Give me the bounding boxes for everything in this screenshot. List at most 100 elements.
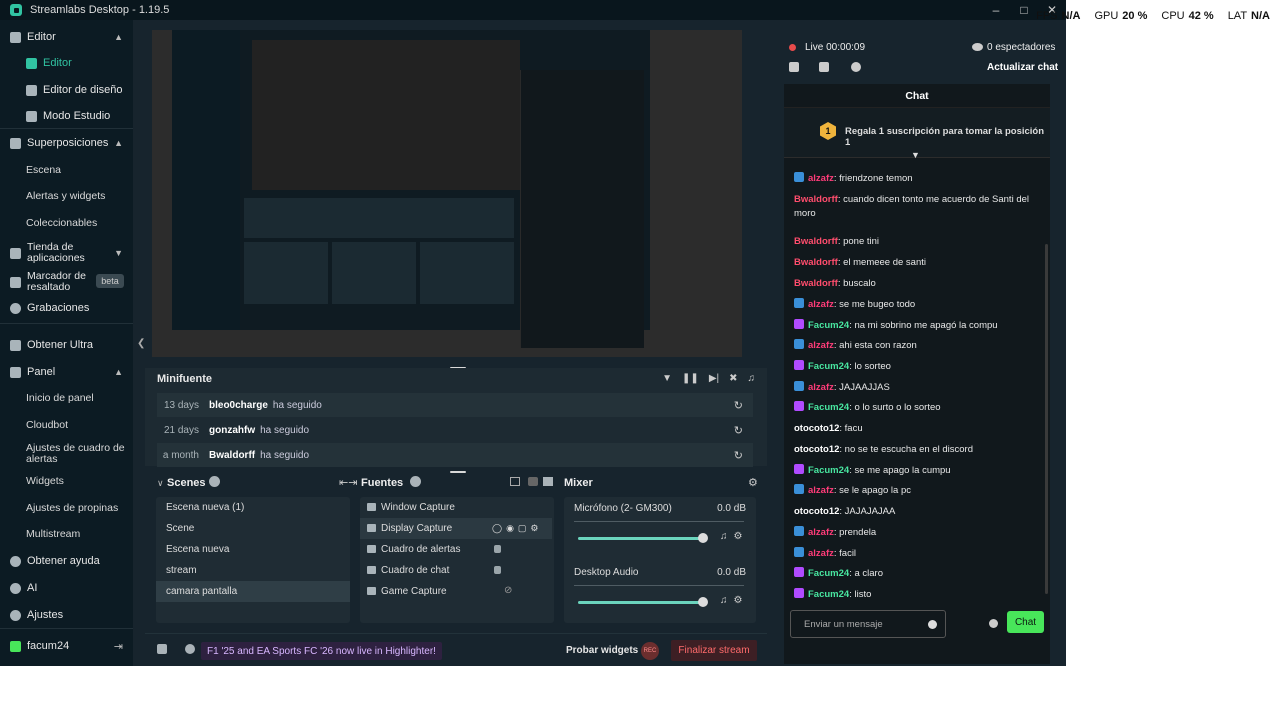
scene-item[interactable]: Escena nueva <box>156 539 350 560</box>
end-stream-button[interactable]: Finalizar stream <box>671 640 757 661</box>
stream-preview[interactable] <box>152 30 742 357</box>
scene-transitions-icon[interactable]: ⇤⇥ <box>339 476 357 489</box>
resize-handle[interactable] <box>450 471 466 473</box>
source-item[interactable]: Window Capture <box>360 497 552 518</box>
sidebar-sub-collectibles[interactable]: Coleccionables <box>26 218 126 229</box>
refresh-chat-button[interactable]: Actualizar chat <box>987 62 1058 73</box>
skip-icon[interactable]: ▶| <box>709 373 719 384</box>
chat-username[interactable]: Facum24 <box>808 465 849 476</box>
chat-username[interactable]: otocoto12 <box>794 444 839 455</box>
sidebar-sub-widgets[interactable]: Widgets <box>26 476 126 487</box>
add-source-icon[interactable] <box>410 476 421 487</box>
lock-icon[interactable] <box>494 566 501 574</box>
source-audio-icon[interactable] <box>528 477 538 486</box>
chat-username[interactable]: Bwaldorff <box>794 194 838 205</box>
scene-item[interactable]: Escena nueva (1) <box>156 497 350 518</box>
repeat-icon[interactable]: ↻ <box>734 424 743 437</box>
chat-username[interactable]: Facum24 <box>808 568 849 579</box>
chat-username[interactable]: alzafz <box>808 527 834 538</box>
chevron-down-icon[interactable]: ▼ <box>114 248 123 258</box>
chevron-down-icon[interactable]: ∨ <box>157 478 164 489</box>
filter-icon[interactable]: ▼ <box>662 373 672 384</box>
volume-slider[interactable] <box>578 601 703 604</box>
repeat-icon[interactable]: ↻ <box>734 399 743 412</box>
source-actions-icon[interactable]: ◯◉▢⚙ <box>492 523 543 534</box>
sidebar-sub-tip-settings[interactable]: Ajustes de propinas <box>26 503 126 514</box>
pencil-icon[interactable] <box>789 62 799 72</box>
volume-slider-handle[interactable] <box>697 597 708 607</box>
emoji-icon[interactable] <box>928 620 937 629</box>
sidebar-item-settings[interactable]: Ajustes <box>0 604 133 626</box>
volume-slider-handle[interactable] <box>697 533 708 543</box>
chat-username[interactable]: Facum24 <box>808 361 849 372</box>
chat-username[interactable]: alzafz <box>808 382 834 393</box>
test-widgets-button[interactable]: Probar widgets <box>566 645 638 656</box>
record-button[interactable]: REC <box>641 642 659 660</box>
sidebar-item-editor[interactable]: Editor ▲ <box>0 26 133 48</box>
chat-username[interactable]: Facum24 <box>808 320 849 331</box>
chat-username[interactable]: alzafz <box>808 548 834 559</box>
sidebar-sub-editor[interactable]: Editor <box>0 52 133 74</box>
sidebar-item-recordings[interactable]: Grabaciones <box>0 297 133 319</box>
source-item-selected[interactable]: Display Capture ◯◉▢⚙ <box>360 518 552 539</box>
add-folder-icon[interactable] <box>543 477 553 486</box>
scene-item[interactable]: stream <box>156 560 350 581</box>
sidebar-item-ai[interactable]: AI <box>0 577 133 599</box>
chat-username[interactable]: alzafz <box>808 485 834 496</box>
pause-icon[interactable]: ❚❚ <box>682 373 699 384</box>
mute-and-settings-icon[interactable]: ♫⚙ <box>720 595 748 606</box>
sidebar-sub-dashboard-home[interactable]: Inicio de panel <box>26 393 126 404</box>
hidden-eye-icon[interactable]: ⊘ <box>504 585 512 596</box>
chat-username[interactable]: otocoto12 <box>794 423 839 434</box>
sidebar-sub-scene[interactable]: Escena <box>26 165 126 176</box>
chat-username[interactable]: Facum24 <box>808 589 849 600</box>
sidebar-sub-multistream[interactable]: Multistream <box>26 529 126 540</box>
sidebar-item-overlays[interactable]: Superposiciones ▲ <box>0 132 133 154</box>
source-item[interactable]: Cuadro de alertas <box>360 539 552 560</box>
scene-item-selected[interactable]: camara pantalla <box>156 581 350 602</box>
chat-username[interactable]: alzafz <box>808 340 834 351</box>
sidebar-item-ultra[interactable]: Obtener Ultra <box>0 334 133 356</box>
sidebar-sub-layout-editor[interactable]: Editor de diseño <box>0 79 133 101</box>
volume-slider[interactable] <box>578 537 703 540</box>
chevron-up-icon[interactable]: ▲ <box>114 32 123 42</box>
chat-settings-gear-icon[interactable] <box>989 619 998 628</box>
minimize-icon[interactable]: – <box>982 0 1010 20</box>
chat-username[interactable]: Facum24 <box>808 402 849 413</box>
video-camera-icon[interactable] <box>819 62 829 72</box>
chat-message-input[interactable]: Enviar un mensaje <box>790 610 946 638</box>
sidebar-item-help[interactable]: Obtener ayuda <box>0 550 133 572</box>
chevron-up-icon[interactable]: ▲ <box>114 138 123 148</box>
notification-bell-icon[interactable] <box>185 644 195 654</box>
mute-and-settings-icon[interactable]: ♫⚙ <box>720 531 748 542</box>
chat-scrollbar[interactable] <box>1045 244 1048 594</box>
volume-icon[interactable]: ♫ <box>748 373 756 384</box>
send-chat-button[interactable]: Chat <box>1007 611 1044 633</box>
scene-item[interactable]: Scene <box>156 518 350 539</box>
sidebar-sub-studio-mode[interactable]: Modo Estudio <box>0 105 133 127</box>
sidebar-item-panel[interactable]: Panel ▲ <box>0 361 133 383</box>
chat-username[interactable]: otocoto12 <box>794 506 839 517</box>
maximize-icon[interactable]: □ <box>1010 0 1038 20</box>
share-icon[interactable] <box>851 62 861 72</box>
logout-icon[interactable]: ⇥ <box>114 640 123 653</box>
group-sources-icon[interactable] <box>510 477 520 486</box>
source-item[interactable]: Cuadro de chat <box>360 560 552 581</box>
sidebar-sub-cloudbot[interactable]: Cloudbot <box>26 420 126 431</box>
mute-alerts-icon[interactable]: ✖ <box>729 373 737 384</box>
lock-icon[interactable] <box>494 545 501 553</box>
chat-username[interactable]: Bwaldorff <box>794 236 838 247</box>
gear-icon[interactable]: ⚙ <box>748 476 758 489</box>
sidebar-user[interactable]: facum24 ⇥ <box>0 635 133 657</box>
chat-username[interactable]: Bwaldorff <box>794 257 838 268</box>
add-scene-icon[interactable] <box>209 476 220 487</box>
sidebar-sub-alerts-widgets[interactable]: Alertas y widgets <box>26 191 126 202</box>
stats-chart-icon[interactable] <box>157 644 167 654</box>
sidebar-item-app-store[interactable]: Tienda de aplicaciones ▼ <box>0 240 133 266</box>
source-item[interactable]: Game Capture ⊘ <box>360 581 552 602</box>
chat-username[interactable]: Bwaldorff <box>794 278 838 289</box>
highlighter-banner[interactable]: F1 '25 and EA Sports FC '26 now live in … <box>201 642 442 660</box>
chevron-up-icon[interactable]: ▲ <box>114 367 123 377</box>
chat-username[interactable]: alzafz <box>808 299 834 310</box>
repeat-icon[interactable]: ↻ <box>734 449 743 462</box>
